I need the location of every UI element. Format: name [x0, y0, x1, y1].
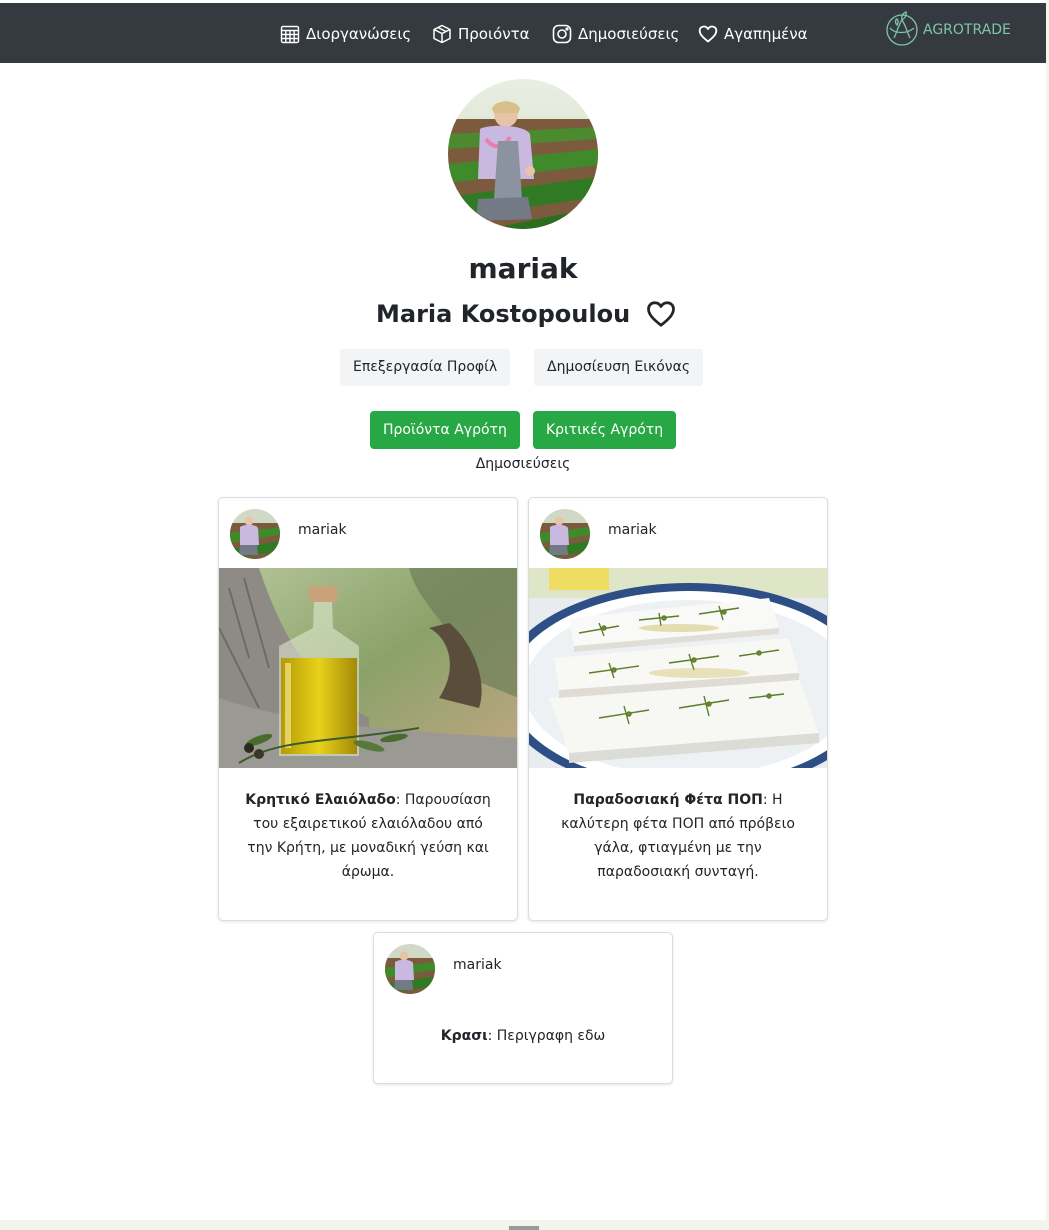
- post-caption: Παραδοσιακή Φέτα ΠΟΠ: Η καλύτερη φέτα ΠΟ…: [549, 788, 807, 884]
- edit-profile-button[interactable]: Επεξεργασία Προφίλ: [340, 349, 511, 386]
- favorite-heart-icon[interactable]: [646, 300, 676, 328]
- post-card[interactable]: mariak: [218, 497, 518, 921]
- farmer-reviews-button[interactable]: Κριτικές Αγρότη: [533, 411, 677, 449]
- publish-image-button[interactable]: Δημοσίευση Εικόνας: [534, 349, 704, 386]
- post-caption: Κρασι: Περιγραφη εδω: [394, 1024, 652, 1048]
- post-author-avatar: [385, 944, 435, 994]
- brand-logo[interactable]: AGROTRADE: [885, 9, 1011, 51]
- instagram-icon: [552, 24, 572, 44]
- nav-item-favorites[interactable]: Αγαπημένα: [698, 19, 807, 49]
- post-card[interactable]: mariak: [528, 497, 828, 921]
- scroll-handle[interactable]: [509, 1226, 539, 1230]
- nav-item-label: Προιόντα: [458, 25, 530, 43]
- box-icon: [432, 24, 452, 44]
- post-image-olive-oil: [219, 568, 517, 768]
- farmer-products-button[interactable]: Προϊόντα Αγρότη: [370, 411, 520, 449]
- post-author-name[interactable]: mariak: [453, 957, 502, 973]
- profile-full-name: Maria Kostopoulou: [376, 300, 631, 328]
- brand-name: AGROTRADE: [923, 22, 1011, 38]
- nav-item-label: Διοργανώσεις: [306, 25, 412, 43]
- post-description: : Περιγραφη εδω: [487, 1028, 606, 1044]
- navbar: Διοργανώσεις Προιόντα Δημοσιεύσεις Αγαπη…: [0, 3, 1046, 63]
- heart-icon: [698, 24, 718, 44]
- profile-username: mariak: [468, 252, 578, 285]
- post-card[interactable]: mariak Κρασι: Περιγραφη εδω: [373, 932, 673, 1084]
- calendar-icon: [280, 24, 300, 44]
- nav-item-events[interactable]: Διοργανώσεις: [280, 19, 411, 49]
- post-caption: Κρητικό Ελαιόλαδο: Παρουσίαση του εξαιρε…: [239, 788, 497, 884]
- post-title: Κρασι: [440, 1028, 488, 1044]
- post-image-feta: [529, 568, 827, 768]
- post-author-avatar: [230, 509, 280, 559]
- nav-item-products[interactable]: Προιόντα: [432, 19, 530, 49]
- post-author-avatar: [540, 509, 590, 559]
- nav-item-label: Δημοσιεύσεις: [578, 25, 680, 43]
- profile-name-row: Maria Kostopoulou: [376, 294, 676, 334]
- globe-leaf-icon: [885, 8, 919, 52]
- nav-item-posts[interactable]: Δημοσιεύσεις: [552, 19, 679, 49]
- profile-avatar: [448, 79, 598, 229]
- posts-section-label: Δημοσιεύσεις: [475, 456, 571, 472]
- nav-item-label: Αγαπημένα: [724, 25, 808, 43]
- post-author-name[interactable]: mariak: [608, 522, 657, 538]
- page: Διοργανώσεις Προιόντα Δημοσιεύσεις Αγαπη…: [0, 0, 1046, 1220]
- post-title: Κρητικό Ελαιόλαδο: [245, 792, 396, 808]
- post-title: Παραδοσιακή Φέτα ΠΟΠ: [573, 792, 763, 808]
- post-author-name[interactable]: mariak: [298, 522, 347, 538]
